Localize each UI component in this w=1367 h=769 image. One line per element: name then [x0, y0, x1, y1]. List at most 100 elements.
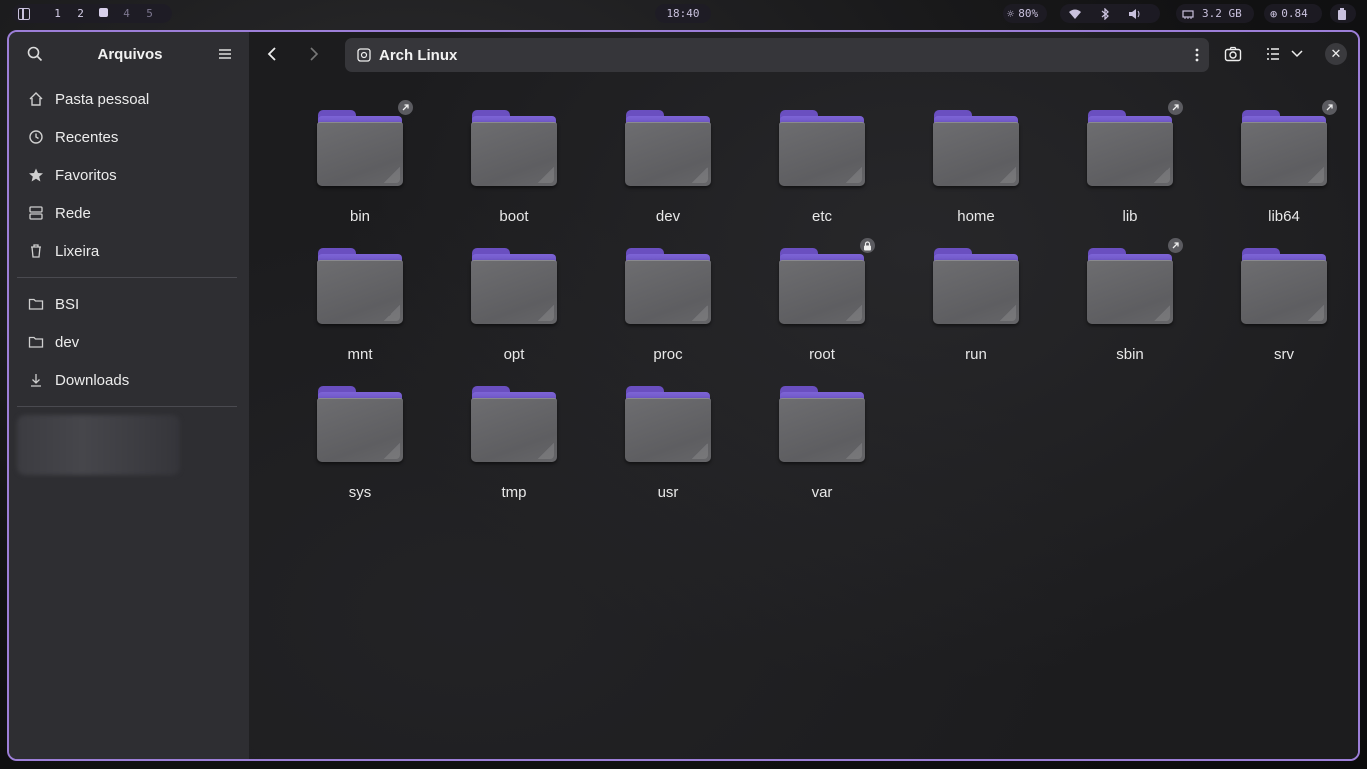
forward-button[interactable] [301, 42, 325, 66]
symlink-emblem-icon [1322, 100, 1337, 115]
brightness-indicator[interactable]: ☼ 80% [1003, 4, 1047, 23]
folder-item[interactable]: lib [1053, 100, 1207, 242]
folder-item[interactable]: root [745, 238, 899, 380]
sidebar-item-label: BSI [55, 295, 80, 313]
back-button[interactable] [261, 42, 285, 66]
folder-item[interactable]: opt [437, 242, 591, 380]
location-bar[interactable]: Arch Linux [345, 38, 1209, 72]
volume-icon[interactable] [1128, 8, 1142, 20]
folder-item[interactable]: lib64 [1207, 100, 1358, 242]
sidebar-item-label: Favoritos [55, 166, 117, 184]
sidebar-item-bsi[interactable]: BSI [17, 285, 241, 323]
folder-item[interactable]: sbin [1053, 238, 1207, 380]
blurred-drive-entry[interactable] [17, 415, 180, 475]
folder-icon [317, 386, 403, 466]
camera-icon [1224, 46, 1242, 62]
content-area: Arch Linux ✕ bin boot dev etc home lib lib64 mn… [249, 32, 1358, 759]
network-icon [27, 205, 45, 221]
workspace-3-active[interactable] [92, 7, 115, 20]
folder-icon [779, 386, 865, 466]
brightness-icon: ☼ [1007, 6, 1015, 21]
kebab-menu-icon[interactable] [1195, 48, 1199, 62]
folder-item[interactable]: dev [591, 104, 745, 242]
folder-item[interactable]: bin [283, 100, 437, 242]
sidebar-item-label: Rede [55, 204, 91, 222]
folder-name: boot [499, 208, 529, 225]
folder-icon [27, 296, 45, 312]
brightness-value: 80% [1018, 7, 1039, 20]
folder-item[interactable]: mnt [283, 242, 437, 380]
header-bar: Arch Linux ✕ [249, 32, 1358, 76]
close-icon: ✕ [1330, 46, 1342, 61]
folder-name: lib64 [1268, 208, 1300, 225]
screenshot-button[interactable] [1221, 42, 1245, 66]
folder-item[interactable]: sys [283, 380, 437, 518]
chevron-down-icon [1291, 50, 1303, 58]
trash-icon [27, 243, 45, 259]
folder-icon [1241, 248, 1327, 328]
sidebar-item-network[interactable]: Rede [17, 194, 241, 232]
folder-name: tmp [501, 484, 527, 501]
workspace-2[interactable]: 2 [69, 7, 92, 20]
workspace-4[interactable]: 4 [115, 7, 138, 20]
folder-item[interactable]: tmp [437, 380, 591, 518]
folder-item[interactable]: boot [437, 104, 591, 242]
folder-item[interactable]: proc [591, 242, 745, 380]
sidebar-separator [17, 406, 237, 407]
wifi-icon[interactable] [1068, 8, 1082, 20]
sidebar-item-recent[interactable]: Recentes [17, 118, 241, 156]
clock-icon [27, 129, 45, 145]
home-icon [27, 91, 45, 107]
file-manager-window: Arquivos Pasta pessoal Recentes Favorito… [7, 30, 1360, 761]
folder-name: srv [1274, 346, 1294, 363]
workspace-5[interactable]: 5 [138, 7, 161, 20]
view-list-button[interactable] [1261, 42, 1285, 66]
hamburger-menu-icon [218, 49, 231, 59]
memory-icon [1182, 9, 1194, 19]
sidebar-item-dev[interactable]: dev [17, 323, 241, 361]
top-panel: 1 2 4 5 18:40 ☼ 80% 3.2 GB ⊕ 0.84 [0, 0, 1367, 28]
sidebar-item-starred[interactable]: Favoritos [17, 156, 241, 194]
folder-name: usr [657, 484, 679, 501]
clock[interactable]: 18:40 [655, 4, 711, 23]
sidebar-item-label: Downloads [55, 371, 130, 389]
sidebar-separator [17, 277, 237, 278]
folder-item[interactable]: etc [745, 104, 899, 242]
main-menu-button[interactable] [213, 42, 237, 66]
folder-icon [933, 110, 1019, 190]
folder-name: sys [348, 484, 372, 501]
workspace-1[interactable]: 1 [46, 7, 69, 20]
memory-indicator[interactable]: 3.2 GB [1176, 4, 1254, 23]
folder-icon [1087, 248, 1173, 328]
folder-item[interactable]: run [899, 242, 1053, 380]
folder-name: bin [349, 208, 371, 225]
folder-icon [625, 386, 711, 466]
list-view-icon [1267, 48, 1279, 60]
folder-icon [933, 248, 1019, 328]
folder-icon [317, 110, 403, 190]
folder-item[interactable]: home [899, 104, 1053, 242]
search-button[interactable] [23, 42, 47, 66]
system-tray [1060, 4, 1160, 23]
view-options-dropdown[interactable] [1289, 42, 1305, 66]
sidebar-item-downloads[interactable]: Downloads [17, 361, 241, 399]
folder-item[interactable]: srv [1207, 242, 1358, 380]
folder-item[interactable]: var [745, 380, 899, 518]
symlink-emblem-icon [1168, 238, 1183, 253]
sidebar-item-home[interactable]: Pasta pessoal [17, 80, 241, 118]
folder-name: proc [653, 346, 683, 363]
folder-item[interactable]: usr [591, 380, 745, 518]
sidebar-item-label: Lixeira [55, 242, 100, 260]
folder-name: etc [811, 208, 832, 225]
places-list: Pasta pessoal Recentes Favoritos Rede Li… [9, 76, 249, 407]
close-window-button[interactable]: ✕ [1325, 43, 1347, 65]
bluetooth-icon[interactable] [1100, 7, 1110, 20]
battery-indicator[interactable] [1330, 4, 1356, 23]
search-icon [27, 46, 43, 62]
folder-icon [471, 110, 557, 190]
cpu-load-indicator[interactable]: ⊕ 0.84 [1264, 4, 1322, 23]
folder-name: opt [503, 346, 525, 363]
folder-icon [779, 248, 865, 328]
layout-icon[interactable] [18, 7, 30, 20]
sidebar-item-trash[interactable]: Lixeira [17, 232, 241, 270]
